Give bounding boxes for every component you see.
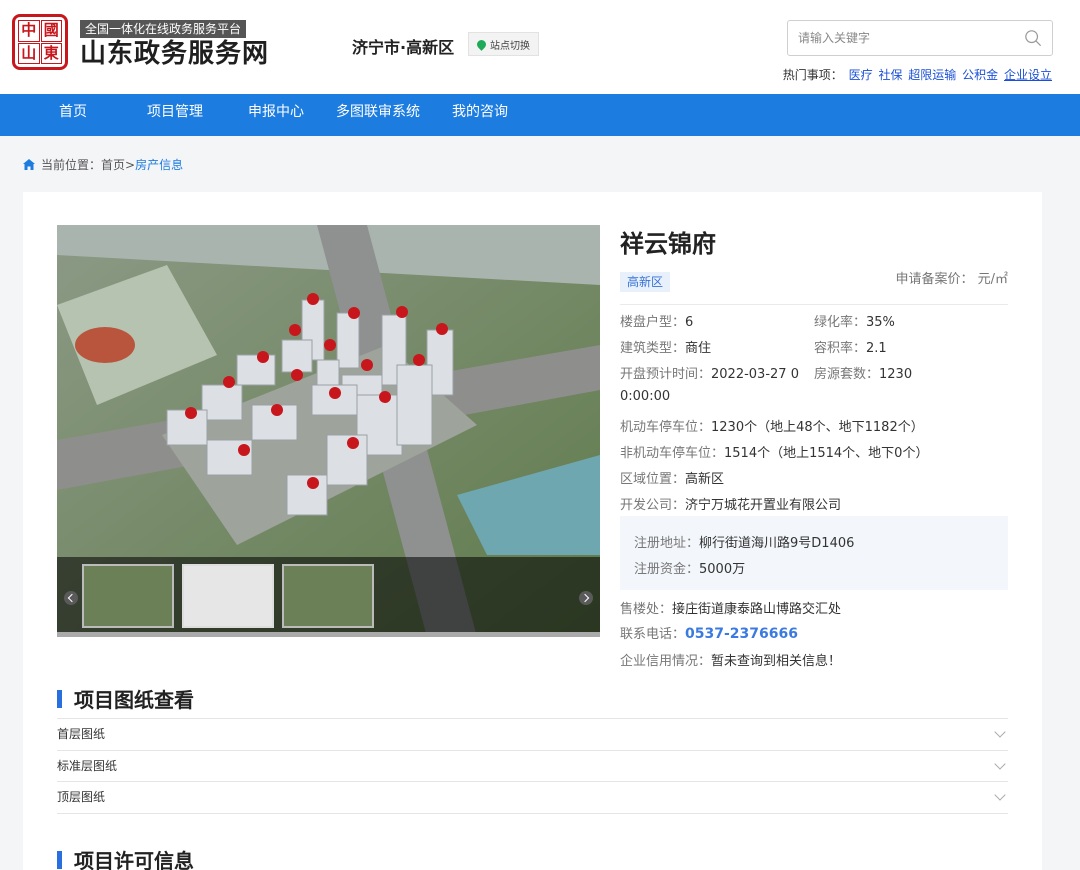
- hot-topics-label: 热门事项：: [782, 68, 843, 82]
- info-unit-type: 楼盘户型：6: [620, 315, 694, 330]
- info-plot-ratio: 容积率：2.1: [814, 341, 887, 356]
- hot-link-housing-fund[interactable]: 公积金: [962, 68, 998, 82]
- breadcrumb-current: 房产信息: [135, 158, 184, 172]
- price-unit: 元/㎡: [977, 272, 1008, 287]
- developer-registration-box: 注册地址：柳行街道海川路9号D1406 注册资金：5000万: [620, 516, 1008, 590]
- thumbnail-1[interactable]: [82, 564, 174, 628]
- location-pin-icon: [475, 37, 488, 51]
- info-reg-address: 注册地址：柳行街道海川路9号D1406: [634, 536, 855, 551]
- phone-number[interactable]: 0537-2376666: [685, 626, 798, 642]
- nav-item-home[interactable]: 首页: [59, 94, 87, 136]
- divider: [620, 304, 1008, 305]
- hot-link-company-setup[interactable]: 企业设立: [1004, 68, 1052, 82]
- hot-link-oversize-transport[interactable]: 超限运输: [908, 68, 956, 82]
- thumbnail-3[interactable]: [282, 564, 374, 628]
- property-gallery: [57, 225, 600, 637]
- district-tag: 高新区: [620, 272, 671, 292]
- accordion-top-floor[interactable]: 顶层图纸: [57, 782, 1008, 813]
- info-housing-count: 房源套数：1230: [814, 367, 913, 382]
- info-open-time: 开盘预计时间：2022-03-27 0: [620, 367, 799, 382]
- site-title[interactable]: 山东政务服务网: [80, 38, 269, 70]
- breadcrumb-home[interactable]: 首页: [101, 158, 125, 172]
- divider: [57, 813, 1008, 814]
- section-bar: [57, 850, 62, 869]
- nav-item-my-consultation[interactable]: 我的咨询: [452, 94, 508, 136]
- price-label: 申请备案价：: [895, 272, 974, 287]
- site-switch-button[interactable]: 站点切换: [468, 32, 539, 56]
- search-box: [787, 20, 1053, 56]
- thumbnail-strip: [57, 557, 600, 632]
- chevron-down-icon: [994, 758, 1006, 770]
- info-sales-office: 售楼处：接庄街道康泰路山博路交汇处: [620, 602, 842, 617]
- seal-char: 山: [18, 42, 40, 64]
- info-nonmotor-parking: 非机动车停车位：1514个（地上1514个、地下0个）: [620, 446, 929, 461]
- prev-arrow-icon[interactable]: [64, 591, 78, 605]
- thumbnail-2[interactable]: [182, 564, 274, 628]
- info-credit: 企业信用情况：暂未查询到相关信息！: [620, 654, 842, 669]
- logo-tagline: 全国一体化在线政务服务平台: [80, 20, 247, 38]
- breadcrumb-prefix: 当前位置：: [41, 158, 102, 172]
- seal-char: 中: [18, 20, 40, 42]
- hot-link-social-security[interactable]: 社保: [878, 68, 902, 82]
- seal-char: 國: [40, 20, 62, 42]
- next-arrow-icon[interactable]: [579, 591, 593, 605]
- nav-item-joint-review[interactable]: 多图联审系统: [336, 94, 420, 136]
- info-building-type: 建筑类型：商住: [620, 341, 712, 356]
- info-phone: 联系电话：0537-2376666: [620, 626, 798, 642]
- home-icon: [23, 159, 35, 170]
- chevron-down-icon: [994, 789, 1006, 801]
- section-title-license: 项目许可信息: [57, 845, 194, 870]
- filing-price: 申请备案价： 元/㎡: [895, 268, 1008, 287]
- chevron-down-icon: [994, 726, 1006, 738]
- seal-char: 東: [40, 42, 62, 64]
- accordion-ground-floor[interactable]: 首层图纸: [57, 719, 1008, 750]
- search-icon[interactable]: [1024, 29, 1042, 47]
- header: 中 國 山 東 全国一体化在线政务服务平台 山东政务服务网 济宁市·高新区 站点…: [0, 0, 1080, 94]
- nav-item-project-management[interactable]: 项目管理: [147, 94, 203, 136]
- info-green-rate: 绿化率：35%: [814, 315, 895, 330]
- site-switch-label: 站点切换: [490, 40, 530, 52]
- section-bar: [57, 689, 62, 708]
- search-input[interactable]: [788, 21, 1008, 55]
- property-name: 祥云锦府: [620, 230, 716, 258]
- breadcrumb-separator: >: [125, 158, 136, 172]
- info-developer: 开发公司：济宁万城花开置业有限公司: [620, 498, 842, 513]
- hot-link-medical[interactable]: 医疗: [849, 68, 873, 82]
- info-motor-parking: 机动车停车位：1230个（地上48个、地下1182个）: [620, 420, 924, 435]
- info-reg-capital: 注册资金：5000万: [634, 562, 746, 577]
- section-title-drawings: 项目图纸查看: [57, 684, 194, 713]
- nav-item-application-center[interactable]: 申报中心: [248, 94, 304, 136]
- accordion-standard-floor[interactable]: 标准层图纸: [57, 751, 1008, 782]
- gallery-progress-bar: [57, 632, 600, 637]
- hot-topics: 热门事项： 医疗 社保 超限运输 公积金 企业设立: [783, 66, 1052, 83]
- main-nav: 首页 项目管理 申报中心 多图联审系统 我的咨询: [0, 94, 1080, 136]
- info-open-time-cont: 0:00:00: [620, 389, 671, 404]
- logo-seal[interactable]: 中 國 山 東: [12, 14, 68, 70]
- breadcrumb: 当前位置：首页>房产信息: [23, 156, 183, 173]
- info-location: 区域位置：高新区: [620, 472, 725, 487]
- current-city: 济宁市·高新区: [352, 38, 455, 57]
